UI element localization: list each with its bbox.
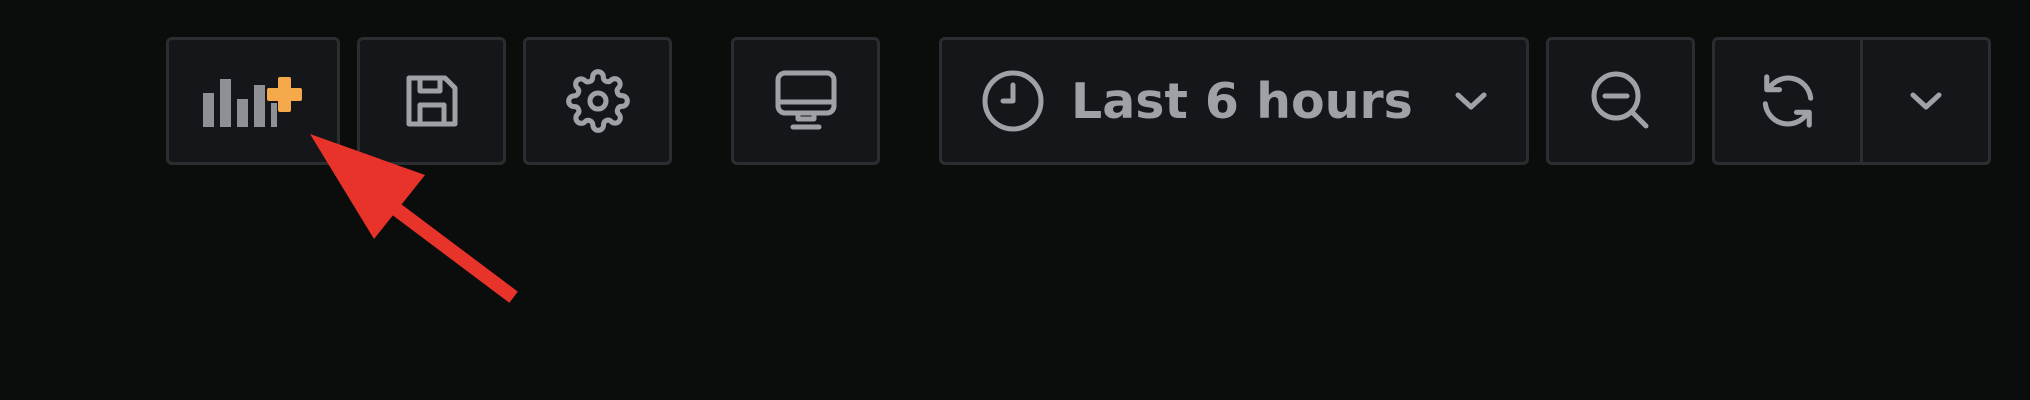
save-icon bbox=[403, 72, 461, 130]
time-range-picker[interactable]: Last 6 hours bbox=[939, 37, 1529, 165]
refresh-split-button bbox=[1712, 37, 1991, 165]
zoom-out-button[interactable] bbox=[1546, 37, 1695, 165]
gear-icon bbox=[565, 69, 630, 133]
refresh-interval-dropdown[interactable] bbox=[1863, 40, 1988, 162]
add-panel-icon bbox=[201, 73, 305, 129]
zoom-out-icon bbox=[1588, 68, 1654, 134]
chevron-down-icon bbox=[1909, 90, 1943, 112]
monitor-icon bbox=[773, 69, 839, 133]
clock-icon bbox=[981, 69, 1045, 133]
refresh-button[interactable] bbox=[1715, 40, 1860, 162]
chevron-down-icon bbox=[1454, 90, 1488, 112]
dashboard-settings-button[interactable] bbox=[523, 37, 672, 165]
view-mode-button[interactable] bbox=[731, 37, 880, 165]
save-dashboard-button[interactable] bbox=[357, 37, 506, 165]
add-panel-button[interactable] bbox=[166, 37, 340, 165]
refresh-icon bbox=[1754, 67, 1822, 135]
time-range-label: Last 6 hours bbox=[1071, 72, 1413, 130]
